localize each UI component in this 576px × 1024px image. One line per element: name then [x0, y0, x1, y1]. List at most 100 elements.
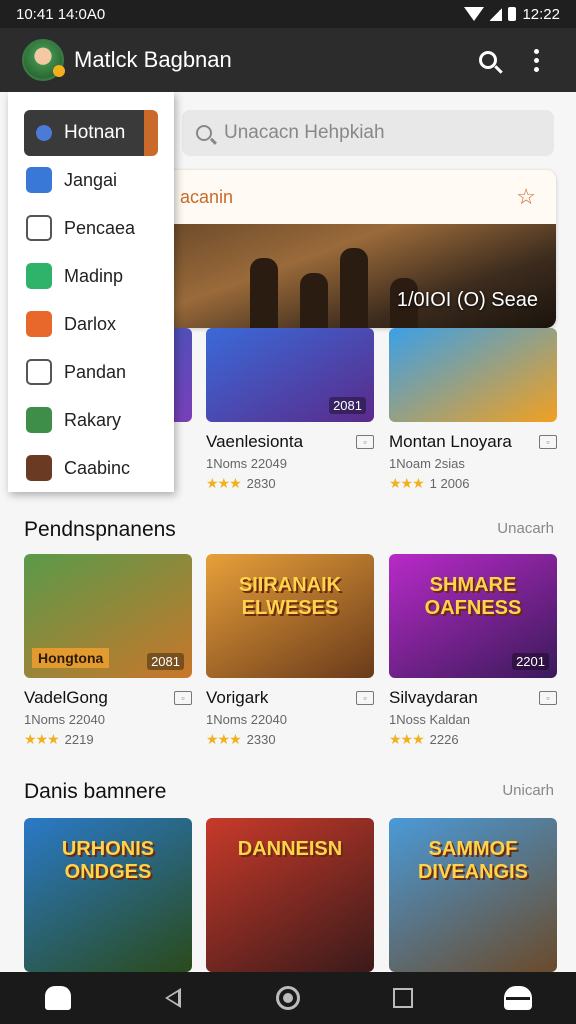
- search-input[interactable]: Unacacn Hehpkiah: [182, 110, 554, 156]
- rating-count: 1 2006: [429, 476, 470, 491]
- rating-count: 2830: [246, 476, 276, 491]
- rating-stars-icon: ★★★: [24, 731, 60, 747]
- search-icon: [196, 125, 212, 141]
- drawer-item[interactable]: Pencaea: [8, 204, 174, 252]
- game-title: Vorigark: [206, 688, 269, 707]
- controller-icon[interactable]: ▫: [356, 435, 374, 449]
- game-logo-text: DANNEISN: [237, 838, 343, 860]
- game-logo-text: SAMMOF DIVEANGIS: [417, 838, 529, 883]
- drawer-item[interactable]: Jangai: [8, 156, 174, 204]
- status-time: 10:41 14:0A0: [16, 5, 106, 23]
- section-title: Danis bamnere: [24, 780, 167, 803]
- back-icon: [164, 988, 181, 1008]
- game-card[interactable]: 2081 Vaenlesionta ▫ 1Noms 22049 ★★★ 2830: [206, 328, 374, 492]
- game-subtitle: 1Noam 2sias: [389, 456, 465, 471]
- featured-heading: acanin: [180, 186, 234, 207]
- drawer-item-label: Rakary: [64, 409, 122, 430]
- star-icon[interactable]: ☆: [516, 184, 536, 210]
- game-thumbnail: 2081: [206, 328, 374, 422]
- featured-label: 1/0IOI (O) Seae: [396, 289, 538, 311]
- search-placeholder: Unacacn Hehpkiah: [224, 122, 385, 143]
- controller-icon[interactable]: ▫: [174, 691, 192, 705]
- rating-count: 2330: [246, 732, 276, 747]
- app-bar: Matlck Bagbnan: [0, 28, 576, 92]
- recents-button[interactable]: [383, 978, 423, 1018]
- game-card[interactable]: DANNEISN: [206, 818, 374, 972]
- drawer-item-active[interactable]: Hotnan: [24, 110, 158, 156]
- drawer-item-label: Caabinc: [64, 457, 131, 478]
- game-card[interactable]: SAMMOF DIVEANGIS: [389, 818, 557, 972]
- checkmark-icon: [26, 167, 52, 193]
- game-thumbnail: DANNEISN: [206, 818, 374, 972]
- game-tag: Hongtona: [32, 648, 110, 668]
- game-subtitle: 1Noss Kaldan: [389, 712, 470, 727]
- drawer-item[interactable]: Caabinc: [8, 444, 174, 492]
- drawer-item-label: Pencaea: [64, 217, 136, 238]
- game-card[interactable]: SHMARE OAFNESS 2201 Silvaydaran ▫ 1Noss Kald…: [389, 554, 557, 748]
- navigation-drawer: Hotnan Jangai Pencaea Madinp Darlox Pandan Ra…: [8, 92, 174, 492]
- game-subtitle: 1Noms 22040: [24, 712, 105, 727]
- game-card[interactable]: URHONIS ONDGES: [24, 818, 192, 972]
- featured-banner[interactable]: acanin ☆ 1/0IOI (O) Seae: [160, 170, 556, 328]
- rating-count: 2219: [64, 732, 94, 747]
- controller-icon[interactable]: ▫: [356, 691, 374, 705]
- game-thumbnail: SAMMOF DIVEANGIS: [389, 818, 557, 972]
- status-icons: 12:22: [464, 6, 560, 23]
- search-icon: [479, 51, 497, 69]
- rating-stars-icon: ★★★: [206, 731, 242, 747]
- search-button[interactable]: [464, 36, 512, 84]
- circle-home-icon: [275, 986, 300, 1010]
- recents-icon: [393, 988, 414, 1008]
- portrait-icon: [26, 455, 52, 481]
- drawer-item-label: Darlox: [64, 313, 117, 334]
- rating-stars-icon: ★★★: [206, 475, 242, 491]
- game-logo-text: SIIRANAIK ELWESES: [238, 574, 342, 619]
- section-see-all-link[interactable]: Unacarh: [497, 520, 554, 537]
- section-title: Pendnspnanens: [24, 518, 176, 541]
- game-badge: 2201: [512, 653, 549, 670]
- stop-icon: [26, 311, 52, 337]
- battery-icon: [508, 7, 517, 21]
- game-badge: 2081: [329, 397, 366, 414]
- home-icon: [44, 986, 71, 1010]
- profile-icon: [504, 986, 533, 1010]
- wifi-icon: [464, 7, 485, 21]
- game-card[interactable]: Hongtona 2081 VadelGong ▫ 1Noms 22040 ★★★ 2219: [24, 554, 192, 748]
- signal-icon: [490, 7, 503, 21]
- controller-icon[interactable]: ▫: [539, 691, 557, 705]
- overflow-menu-button[interactable]: [512, 36, 560, 84]
- controller-icon[interactable]: ▫: [539, 435, 557, 449]
- game-badge: 2081: [147, 653, 184, 670]
- game-subtitle: 1Noms 22049: [206, 456, 287, 471]
- card-icon: [26, 359, 52, 385]
- avatar[interactable]: [22, 39, 65, 81]
- game-thumbnail: URHONIS ONDGES: [24, 818, 192, 972]
- drawer-item[interactable]: Darlox: [8, 300, 174, 348]
- gem-icon: [33, 122, 55, 144]
- game-card[interactable]: SIIRANAIK ELWESES Vorigark ▫ 1Noms 22040 ★★★…: [206, 554, 374, 748]
- drawer-item[interactable]: Madinp: [8, 252, 174, 300]
- game-thumbnail: [389, 328, 557, 422]
- main-content: Unacacn Hehpkiah acanin ☆ 1/0IOI (O) Sea…: [0, 92, 576, 972]
- system-nav-bar: [0, 972, 576, 1024]
- drawer-item-label: Jangai: [64, 169, 118, 190]
- home-button[interactable]: [268, 978, 308, 1018]
- avatar-icon: [26, 407, 52, 433]
- drawer-item[interactable]: Rakary: [8, 396, 174, 444]
- section-see-all-link[interactable]: Unicarh: [502, 782, 554, 799]
- home-tab-button[interactable]: [38, 978, 78, 1018]
- game-subtitle: 1Noms 22040: [206, 712, 287, 727]
- game-card[interactable]: Montan Lnoyara ▫ 1Noam 2sias ★★★ 1 2006: [389, 328, 557, 492]
- record-icon: [26, 263, 52, 289]
- game-thumbnail: Hongtona 2081: [24, 554, 192, 678]
- game-title: Montan Lnoyara: [389, 432, 512, 451]
- rating-stars-icon: ★★★: [389, 475, 425, 491]
- drawer-item-label: Madinp: [64, 265, 124, 286]
- back-button[interactable]: [153, 978, 193, 1018]
- drawer-item[interactable]: Pandan: [8, 348, 174, 396]
- rating-count: 2226: [429, 732, 459, 747]
- profile-button[interactable]: [498, 978, 538, 1018]
- game-title: Vaenlesionta: [206, 432, 304, 451]
- game-logo-text: SHMARE OAFNESS: [424, 574, 522, 619]
- game-thumbnail: SIIRANAIK ELWESES: [206, 554, 374, 678]
